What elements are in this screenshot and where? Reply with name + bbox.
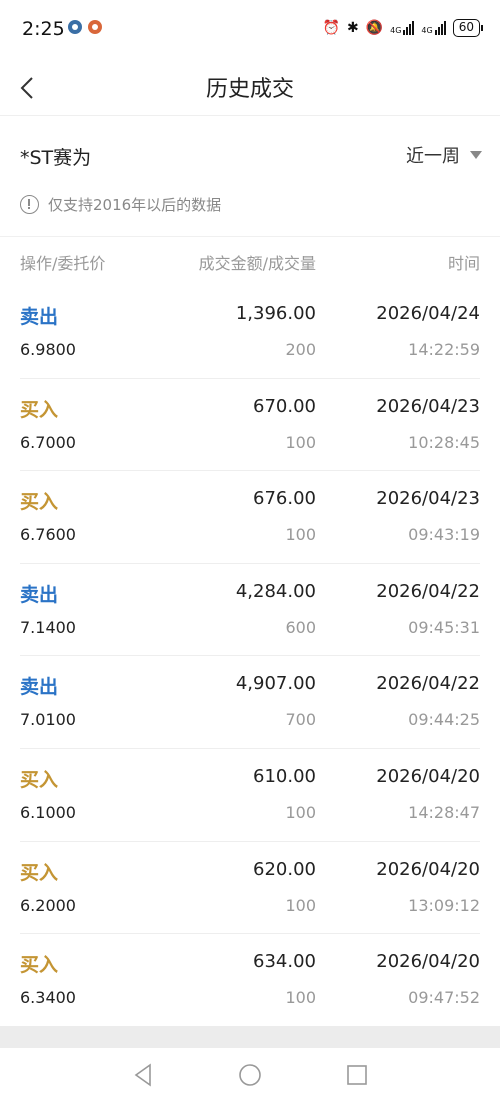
trade-list: 卖出 6.9800 1,396.00 200 2026/04/24 14:22:… <box>0 286 500 1027</box>
trade-time: 09:44:25 <box>408 710 480 730</box>
caret-down-icon <box>470 151 482 159</box>
system-back-button[interactable] <box>128 1060 158 1090</box>
trade-row[interactable]: 买入 6.7600 676.00 100 2026/04/23 09:43:19 <box>0 471 500 564</box>
status-bar: 2:25 ⏰ ✱ 🔕 4G 4G 60 <box>0 0 500 60</box>
trade-date: 2026/04/24 <box>376 303 480 324</box>
system-recents-button[interactable] <box>342 1060 372 1090</box>
system-icons: ⏰ ✱ 🔕 4G 4G 60 <box>322 19 484 37</box>
trade-price: 6.7600 <box>20 525 76 545</box>
trade-amount: 670.00 <box>253 395 316 417</box>
trade-time: 09:47:52 <box>408 988 480 1008</box>
column-header-action-price: 操作/委托价 <box>20 254 106 273</box>
trade-volume: 100 <box>285 525 316 545</box>
trade-volume: 100 <box>285 988 316 1008</box>
column-header-amount-volume: 成交金额/成交量 <box>198 254 316 273</box>
system-home-button[interactable] <box>235 1060 265 1090</box>
info-icon <box>20 195 39 214</box>
trade-row[interactable]: 买入 6.7000 670.00 100 2026/04/23 10:28:45 <box>0 379 500 472</box>
trade-action: 买入 <box>20 398 59 421</box>
period-dropdown[interactable]: 近一周 <box>406 142 482 168</box>
trade-date: 2026/04/23 <box>376 488 480 510</box>
trade-action: 买入 <box>20 954 59 977</box>
trade-date: 2026/04/20 <box>376 765 480 787</box>
trade-date: 2026/04/20 <box>376 858 480 880</box>
data-range-notice: 仅支持2016年以后的数据 <box>20 194 221 215</box>
list-footer-band <box>0 1026 500 1048</box>
trade-row[interactable]: 买入 6.1000 610.00 100 2026/04/20 14:28:47 <box>0 749 500 842</box>
trade-action: 买入 <box>20 768 59 791</box>
stock-name: *ST赛为 <box>20 147 92 169</box>
table-header: 操作/委托价 成交金额/成交量 时间 <box>0 236 500 286</box>
trade-row[interactable]: 买入 6.3400 634.00 100 2026/04/20 09:47:52 <box>0 934 500 1027</box>
page-title: 历史成交 <box>205 77 294 102</box>
trade-action: 买入 <box>20 491 59 514</box>
trade-price: 6.1000 <box>20 802 76 822</box>
trade-price: 6.2000 <box>20 895 76 915</box>
trade-row[interactable]: 买入 6.2000 620.00 100 2026/04/20 13:09:12 <box>0 842 500 935</box>
trade-action: 卖出 <box>20 583 59 606</box>
trade-volume: 600 <box>285 617 316 637</box>
trade-price: 7.1400 <box>20 617 76 637</box>
trade-volume: 100 <box>285 432 316 452</box>
trade-amount: 676.00 <box>253 488 316 510</box>
bluetooth-icon: ✱ <box>346 20 359 36</box>
trade-time: 14:22:59 <box>408 340 480 359</box>
status-time: 2:25 <box>22 18 65 40</box>
period-label: 近一周 <box>406 146 460 167</box>
trade-row[interactable]: 卖出 6.9800 1,396.00 200 2026/04/24 14:22:… <box>0 286 500 379</box>
trade-time: 09:45:31 <box>408 617 480 637</box>
trade-volume: 100 <box>285 802 316 822</box>
notice-text: 仅支持2016年以后的数据 <box>48 196 222 214</box>
trade-volume: 700 <box>285 710 316 730</box>
battery-indicator: 60 <box>452 19 484 37</box>
alarm-icon: ⏰ <box>322 20 340 36</box>
trade-action: 卖出 <box>20 306 59 328</box>
trade-amount: 4,284.00 <box>235 580 316 602</box>
trade-action: 卖出 <box>20 676 59 699</box>
trade-amount: 610.00 <box>253 765 316 787</box>
trade-volume: 200 <box>285 340 316 359</box>
nav-bar: 历史成交 <box>0 60 500 116</box>
triangle-back-icon <box>134 1063 151 1087</box>
app-notification-icon <box>88 20 102 34</box>
trade-time: 13:09:12 <box>408 895 480 915</box>
trade-date: 2026/04/23 <box>376 395 480 417</box>
trade-row[interactable]: 卖出 7.0100 4,907.00 700 2026/04/22 09:44:… <box>0 656 500 749</box>
trade-date: 2026/04/22 <box>376 580 480 602</box>
mute-icon: 🔕 <box>365 20 384 36</box>
trade-price: 6.7000 <box>20 432 76 452</box>
trade-time: 10:28:45 <box>408 432 480 452</box>
signal-icon: 4G <box>421 21 446 35</box>
trade-amount: 4,907.00 <box>235 673 316 695</box>
trade-amount: 1,396.00 <box>235 303 316 324</box>
trade-amount: 634.00 <box>253 951 316 973</box>
trade-price: 6.9800 <box>20 340 76 359</box>
app-notification-icon <box>68 20 82 34</box>
signal-icon: 4G <box>390 21 415 35</box>
trade-action: 买入 <box>20 861 59 884</box>
trade-row[interactable]: 卖出 7.1400 4,284.00 600 2026/04/22 09:45:… <box>0 564 500 657</box>
trade-date: 2026/04/22 <box>376 673 480 695</box>
circle-home-icon <box>239 1064 261 1086</box>
trade-amount: 620.00 <box>253 858 316 880</box>
trade-time: 14:28:47 <box>408 802 480 822</box>
column-header-time: 时间 <box>447 254 480 273</box>
notification-icons <box>68 20 102 34</box>
trade-price: 7.0100 <box>20 710 76 730</box>
stock-header: *ST赛为 近一周 <box>0 130 500 180</box>
trade-volume: 100 <box>285 895 316 915</box>
trade-date: 2026/04/20 <box>376 951 480 973</box>
system-navigation-bar <box>0 1048 500 1103</box>
square-recents-icon <box>347 1065 367 1085</box>
trade-time: 09:43:19 <box>408 525 480 545</box>
trade-price: 6.3400 <box>20 988 76 1008</box>
